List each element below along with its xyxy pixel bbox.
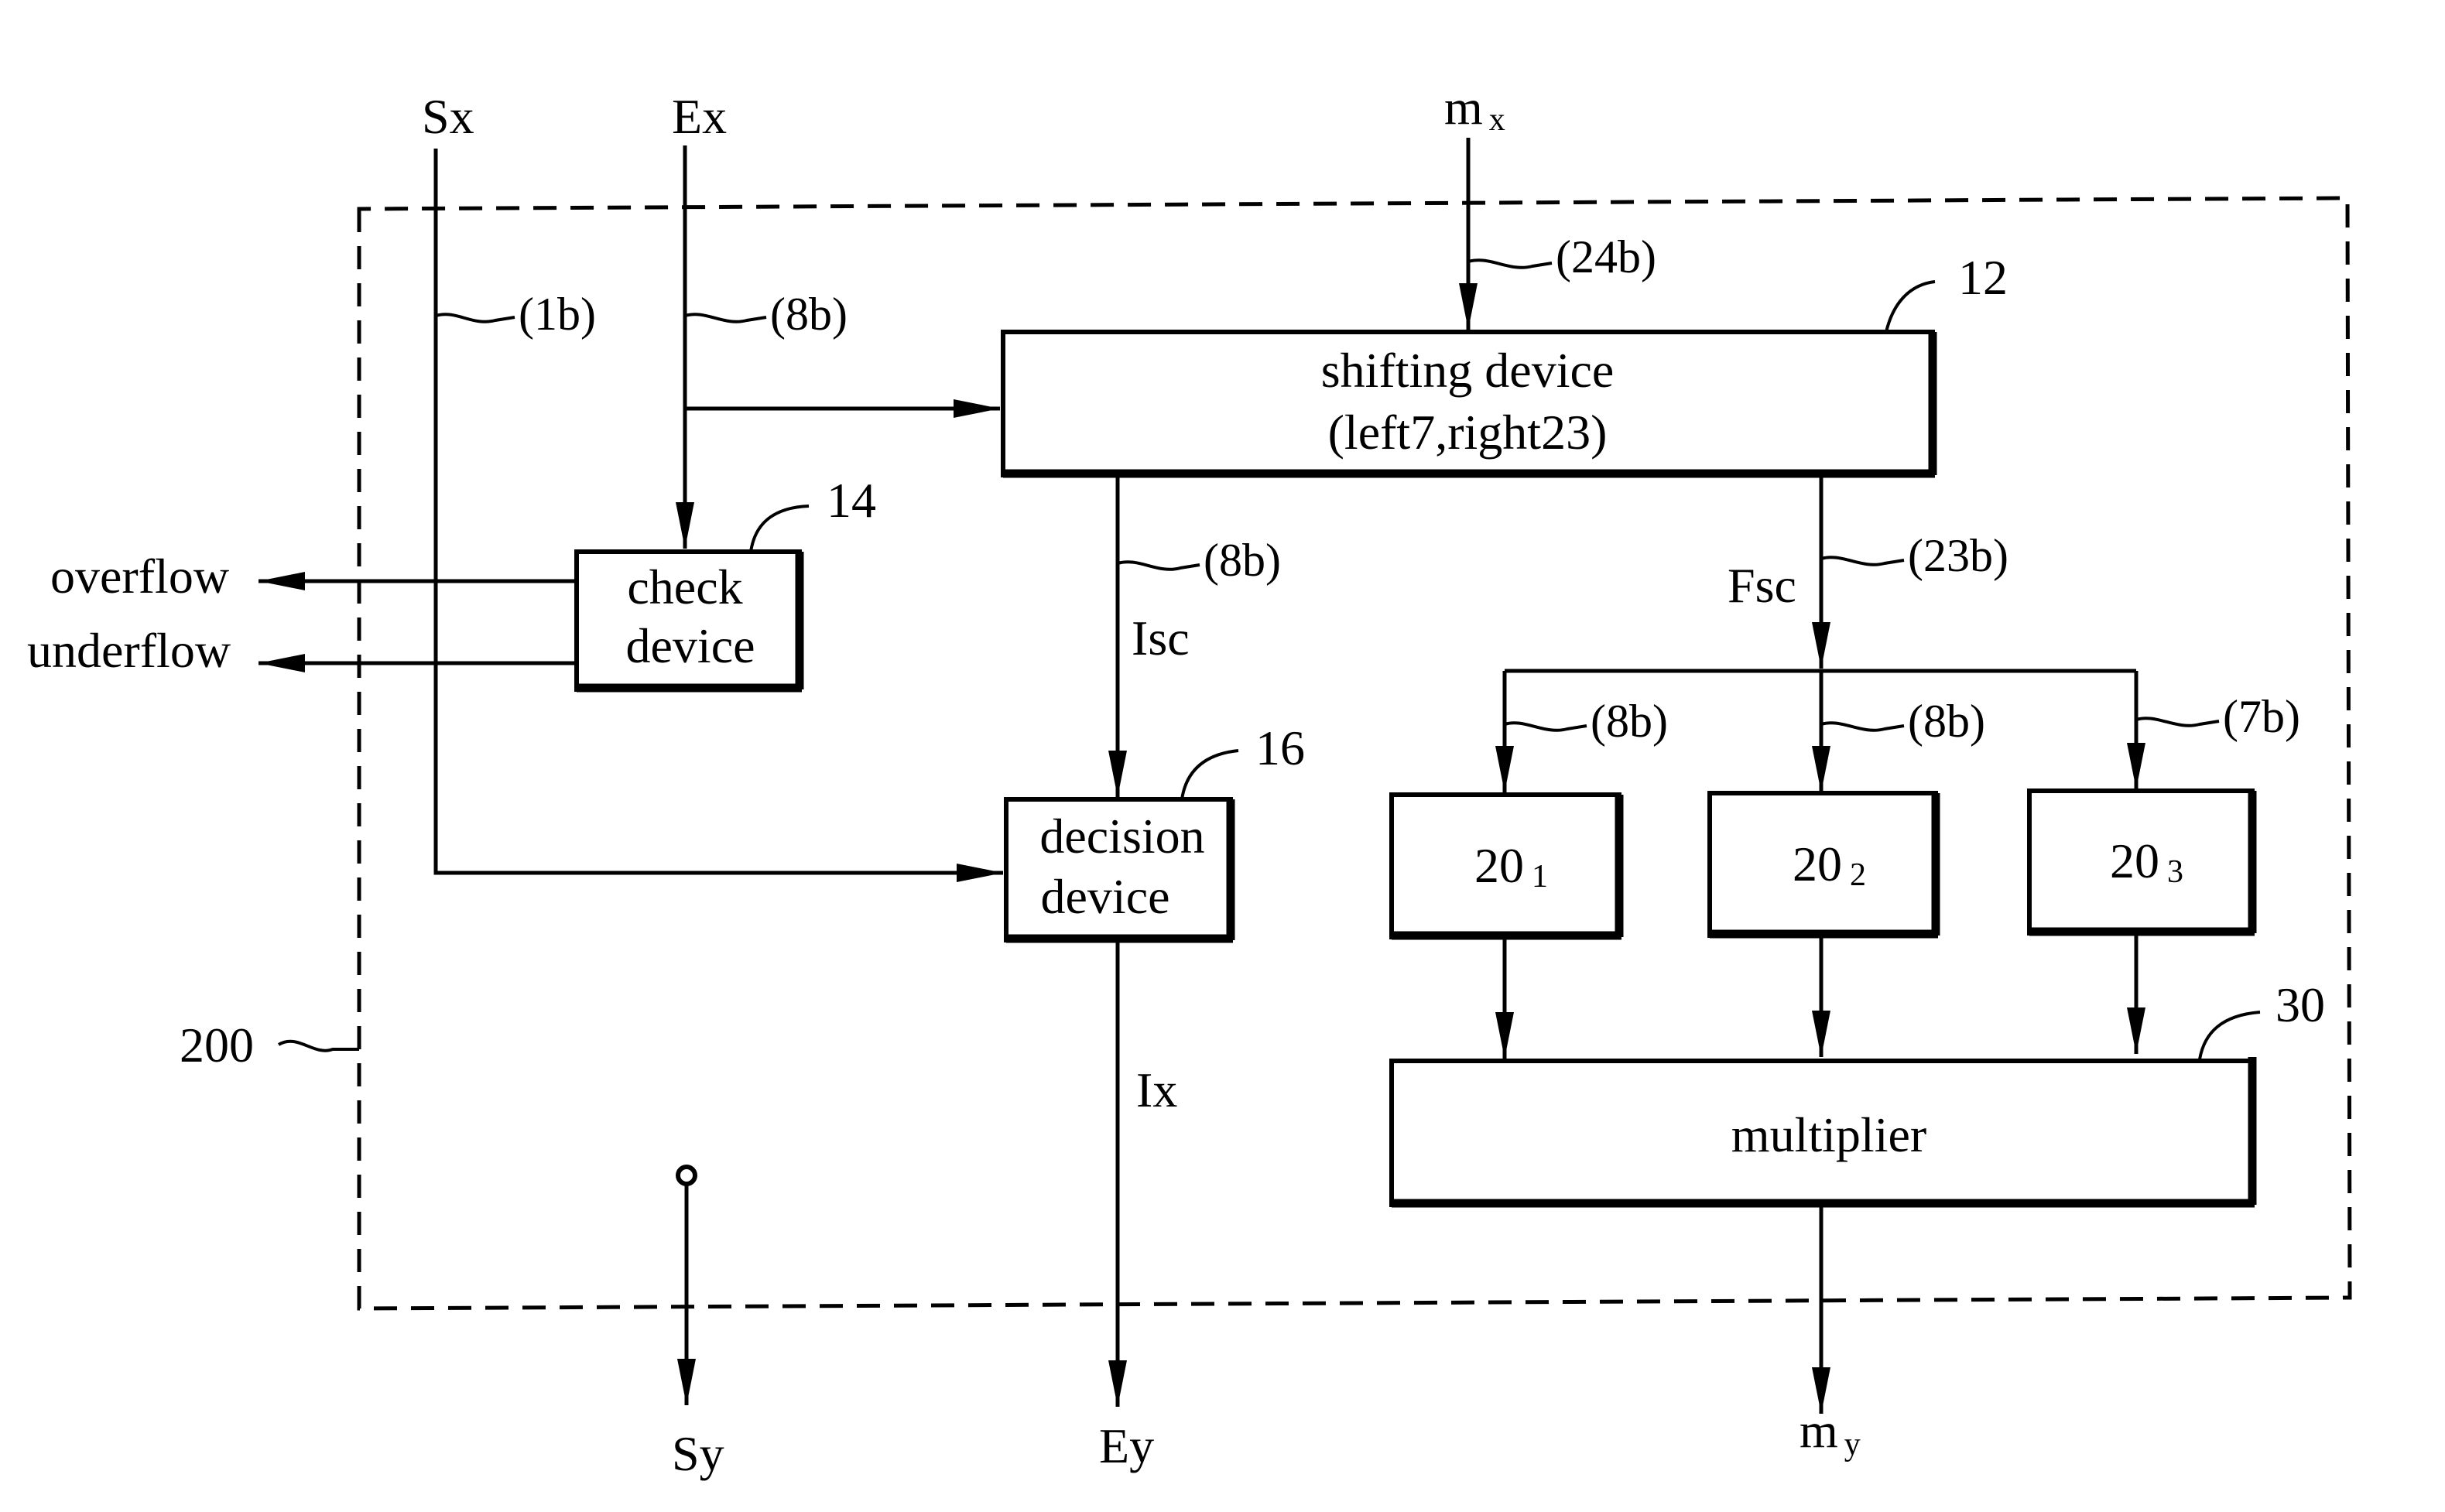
check-device-label-line1: check: [627, 559, 742, 614]
decision-device-ref-leader: [1180, 749, 1239, 800]
shifting-device-label-line2: (left7,right23): [1328, 405, 1608, 460]
ey-output-signal: Ix Ey: [1099, 940, 1177, 1473]
check-device-ref-leader: [749, 505, 810, 552]
lut-block-1: 20 1: [1389, 792, 1624, 1059]
my-label-sub: y: [1844, 1427, 1861, 1462]
multiplier-ref: 30: [2275, 977, 2325, 1032]
multiplier-label: multiplier: [1731, 1107, 1926, 1162]
enclosure-ref-label: 200: [180, 1018, 254, 1072]
mx-label-sub: x: [1489, 102, 1505, 138]
bus-branches: (8b) (8b) (7b): [1495, 671, 2300, 792]
fsc-width-label: (23b): [1908, 530, 2008, 581]
check-outputs: overflow underflow: [27, 549, 577, 678]
branch3-width-leader: [2135, 717, 2220, 727]
mx-label-base: m: [1444, 80, 1483, 135]
underflow-label: underflow: [27, 623, 231, 678]
sx-wire: [433, 149, 1003, 882]
my-output-signal: my: [1800, 1206, 1861, 1462]
shifting-device-label-line1: shifting device: [1321, 343, 1615, 398]
sx-width-label: (1b): [519, 289, 596, 340]
isc-width-label: (8b): [1204, 535, 1281, 586]
enclosure-ref-leader: [277, 1039, 359, 1052]
ex-label: Ex: [672, 89, 727, 144]
check-device-ref: 14: [827, 473, 876, 528]
my-label-base: m: [1800, 1403, 1838, 1458]
lut-block-2: 20 2: [1707, 791, 1940, 1057]
overflow-label: overflow: [50, 549, 229, 604]
sx-label: Sx: [422, 89, 474, 144]
sy-label: Sy: [672, 1426, 724, 1481]
branch1-width-leader: [1504, 721, 1587, 732]
decision-device-label-line2: device: [1041, 869, 1170, 924]
branch1-width-label: (8b): [1591, 696, 1668, 747]
ex-width-leader: [684, 313, 767, 323]
lut-block-3: 20 3: [2027, 788, 2257, 1054]
multiplier-block: multiplier 30: [1389, 977, 2325, 1208]
isc-label: Isc: [1132, 611, 1190, 665]
fsc-width-leader: [1820, 556, 1905, 566]
shifting-device-ref: 12: [1958, 250, 2008, 305]
decision-device-label-line1: decision: [1039, 809, 1204, 864]
shifting-device-ref-leader: [1885, 280, 1936, 333]
ex-width-label: (8b): [770, 289, 848, 340]
check-device-block: check device 14: [574, 473, 876, 693]
branch2-width-label: (8b): [1908, 696, 1985, 747]
check-device-label-line2: device: [626, 618, 755, 673]
sy-output-signal: Sy: [672, 1165, 724, 1481]
fsc-label: Fsc: [1728, 558, 1796, 613]
branch3-width-label: (7b): [2223, 691, 2300, 742]
block-diagram: 200 Sx (1b) Ex (8b) mx (24b) shifting de…: [27, 80, 2352, 1481]
ey-label: Ey: [1099, 1418, 1154, 1473]
decision-device-block: decision device 16: [1004, 720, 1305, 943]
branch2-width-leader: [1820, 721, 1905, 732]
multiplier-ref-leader: [2198, 1011, 2261, 1060]
shifting-device-block: shifting device (left7,right23) 12: [1001, 250, 2008, 478]
decision-device-ref: 16: [1255, 720, 1305, 775]
isc-width-leader: [1117, 560, 1200, 571]
mx-width-label: (24b): [1556, 231, 1656, 282]
fsc-signal: (23b) Fsc: [1505, 475, 2136, 673]
ix-label: Ix: [1136, 1062, 1177, 1117]
sy-terminal-icon: [676, 1165, 697, 1186]
my-label: my: [1800, 1403, 1861, 1462]
mx-label: mx: [1444, 80, 1505, 138]
mx-width-leader: [1467, 258, 1553, 269]
sx-width-leader: [435, 313, 515, 323]
